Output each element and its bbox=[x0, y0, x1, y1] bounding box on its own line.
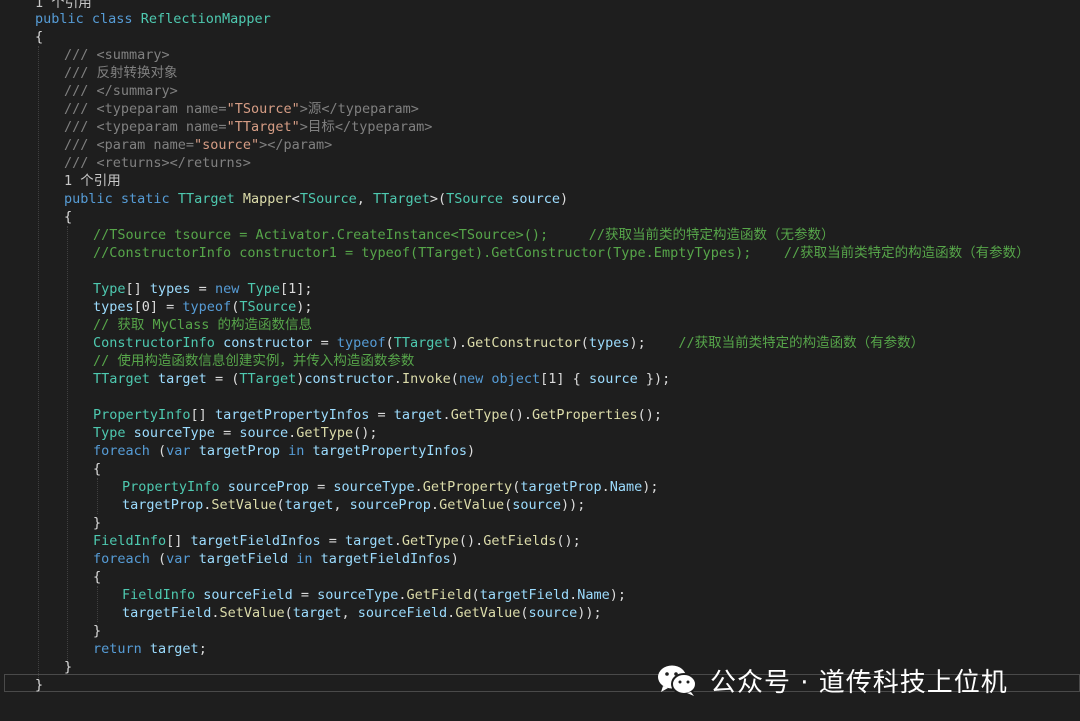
code-line: /// 反射转换对象 bbox=[64, 65, 178, 81]
indent-guide bbox=[38, 46, 39, 682]
code-line: return target; bbox=[93, 641, 207, 657]
code-editor[interactable]: 1 个引用 public class ReflectionMapper { /// <… bbox=[0, 0, 1080, 721]
code-line: { bbox=[93, 461, 102, 477]
code-line: { bbox=[93, 569, 102, 585]
code-line: targetProp.SetValue(target, sourceProp.G… bbox=[122, 497, 586, 513]
code-line: PropertyInfo[] targetPropertyInfos = tar… bbox=[93, 407, 663, 423]
code-line: } bbox=[93, 623, 102, 639]
code-line: { bbox=[35, 29, 44, 45]
code-line: FieldInfo[] targetFieldInfos = target.Ge… bbox=[93, 533, 581, 549]
code-line: Type sourceType = source.GetType(); bbox=[93, 425, 378, 441]
code-line: public static TTarget Mapper<TSource, TT… bbox=[64, 191, 569, 207]
code-line: // 获取 MyClass 的构造函数信息 bbox=[93, 317, 313, 333]
code-line: PropertyInfo sourceProp = sourceType.Get… bbox=[122, 479, 659, 495]
code-line: public class ReflectionMapper bbox=[35, 11, 271, 27]
watermark: 公众号 · 道传科技上位机 bbox=[656, 660, 1008, 700]
code-line: /// <typeparam name="TTarget">目标</typepa… bbox=[64, 119, 433, 135]
code-line: FieldInfo sourceField = sourceType.GetFi… bbox=[122, 587, 627, 603]
code-line: /// <param name="source"></param> bbox=[64, 137, 333, 153]
code-line: foreach (var targetProp in targetPropert… bbox=[93, 443, 476, 459]
watermark-text: 公众号 · 道传科技上位机 bbox=[710, 667, 1008, 698]
wechat-icon bbox=[658, 665, 697, 696]
code-line: TTarget target = (TTarget)constructor.In… bbox=[93, 371, 671, 387]
code-line: foreach (var targetField in targetFieldI… bbox=[93, 551, 459, 567]
code-line: ConstructorInfo constructor = typeof(TTa… bbox=[93, 335, 925, 351]
code-line: { bbox=[64, 209, 73, 225]
code-line: } bbox=[93, 515, 102, 531]
code-line: Type[] types = new Type[1]; bbox=[93, 281, 313, 297]
code-line: /// <typeparam name="TSource">源</typepar… bbox=[64, 101, 419, 117]
code-line: /// <returns></returns> bbox=[64, 155, 251, 171]
indent-guide bbox=[97, 478, 98, 514]
code-line: /// <summary> bbox=[64, 47, 170, 63]
indent-guide bbox=[97, 586, 98, 622]
code-line: targetField.SetValue(target, sourceField… bbox=[122, 605, 602, 621]
code-line: // 使用构造函数信息创建实例，并传入构造函数参数 bbox=[93, 353, 415, 369]
code-line: //ConstructorInfo constructor1 = typeof(… bbox=[93, 245, 1030, 261]
code-line: /// </summary> bbox=[64, 83, 178, 99]
code-line: 1 个引用 bbox=[64, 173, 121, 189]
code-line: //TSource tsource = Activator.CreateInst… bbox=[93, 227, 835, 243]
code-line: types[0] = typeof(TSource); bbox=[93, 299, 313, 315]
indent-guide bbox=[67, 226, 68, 664]
